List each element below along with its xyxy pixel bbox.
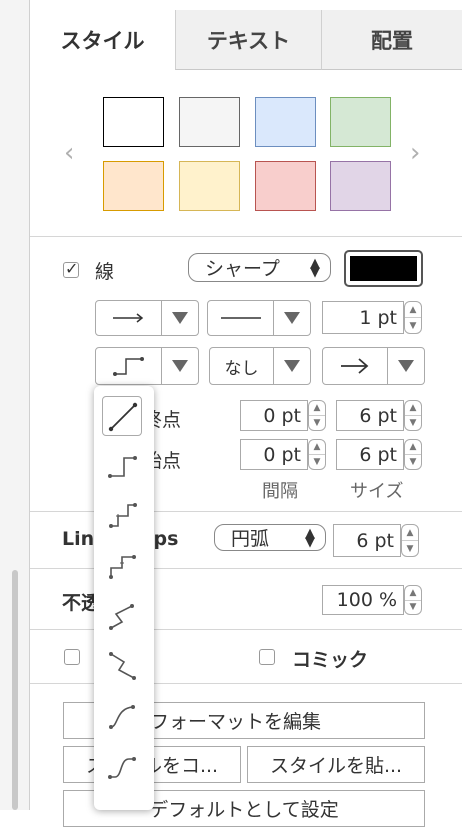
stepper-up-icon[interactable]: ▲	[402, 525, 418, 541]
curved-waypoint-icon[interactable]	[102, 696, 142, 736]
line-jumps-stepper[interactable]: ▲ ▼	[401, 524, 419, 557]
isometric-vertical-waypoint-icon[interactable]	[102, 596, 142, 636]
stepper-down-icon[interactable]: ▼	[405, 601, 421, 615]
line-start-value: なし	[210, 348, 274, 384]
orthogonal-waypoint-icon[interactable]	[102, 446, 142, 486]
line-style-value: シャープ	[205, 258, 280, 280]
comic-checkbox[interactable]	[259, 649, 275, 665]
chevron-down-icon	[398, 360, 414, 372]
updown-icon: ▲ ▼	[305, 525, 315, 550]
left-panel-strip	[0, 0, 30, 810]
divider	[30, 236, 462, 237]
swatch-prev-icon[interactable]: ‹	[64, 138, 74, 168]
stepper-down-icon[interactable]: ▼	[309, 455, 325, 469]
entity-relation-waypoint-icon[interactable]	[102, 746, 142, 786]
swatch-next-icon[interactable]: ›	[410, 138, 420, 168]
stepper-up-icon[interactable]: ▲	[309, 401, 325, 416]
stepper-down-icon[interactable]: ▼	[405, 318, 421, 333]
left-scrollbar[interactable]	[12, 570, 18, 810]
line-label: 線	[95, 261, 115, 283]
line-width-stepper[interactable]: ▲ ▼	[404, 301, 422, 334]
style-swatch[interactable]	[255, 97, 316, 147]
stepper-down-icon[interactable]: ▼	[309, 416, 325, 430]
stepper-up-icon[interactable]: ▲	[405, 302, 421, 318]
line-jumps-select[interactable]: 円弧 ▲ ▼	[214, 524, 326, 551]
format-tabs: スタイル テキスト 配置	[30, 10, 462, 70]
style-swatch[interactable]	[255, 161, 316, 211]
tab-text[interactable]: テキスト	[175, 10, 321, 70]
style-swatch[interactable]	[330, 161, 391, 211]
paste-style-button[interactable]: スタイルを貼...	[247, 746, 425, 783]
opacity-input[interactable]: 100 %	[322, 585, 404, 615]
chevron-down-icon	[284, 312, 300, 324]
style-swatch[interactable]	[179, 97, 240, 147]
chevron-down-icon	[284, 360, 300, 372]
line-pattern-value	[96, 301, 162, 335]
line-jumps-value: 円弧	[231, 528, 270, 550]
start-spacing-stepper[interactable]: ▲ ▼	[308, 439, 326, 470]
end-spacing-input[interactable]: 0 pt	[240, 400, 308, 431]
isometric-horizontal-waypoint-icon[interactable]	[102, 646, 142, 686]
shadow-checkbox[interactable]	[64, 649, 80, 665]
waypoint-menu	[94, 386, 154, 810]
waypoint-dropdown[interactable]	[95, 347, 199, 385]
stepper-up-icon[interactable]: ▲	[309, 440, 325, 455]
size-label: サイズ	[350, 481, 404, 502]
line-end-value	[323, 348, 388, 384]
stepper-down-icon[interactable]: ▼	[405, 455, 421, 469]
style-swatch[interactable]	[103, 97, 164, 147]
start-size-input[interactable]: 6 pt	[336, 439, 404, 470]
stepper-up-icon[interactable]: ▲	[405, 586, 421, 601]
chevron-down-icon	[172, 312, 188, 324]
solid-line-icon	[220, 317, 261, 319]
start-size-stepper[interactable]: ▲ ▼	[404, 439, 422, 470]
chevron-down-icon	[172, 360, 188, 372]
tab-style[interactable]: スタイル	[30, 10, 175, 70]
spacing-label: 間隔	[262, 481, 298, 502]
line-end-dropdown[interactable]	[322, 347, 425, 385]
line-style-select[interactable]: シャープ ▲ ▼	[188, 253, 331, 282]
end-size-stepper[interactable]: ▲ ▼	[404, 400, 422, 431]
style-swatch[interactable]	[103, 161, 164, 211]
line-color-button[interactable]	[344, 250, 423, 287]
style-swatch[interactable]	[330, 97, 391, 147]
orthogonal-waypoint-icon	[112, 357, 144, 376]
vertical-elbow-waypoint-icon[interactable]	[102, 496, 142, 536]
line-dash-dropdown[interactable]	[207, 300, 311, 336]
comic-label: コミック	[292, 649, 369, 671]
line-checkbox[interactable]	[63, 259, 79, 278]
stepper-down-icon[interactable]: ▼	[402, 541, 418, 556]
updown-icon: ▲ ▼	[310, 255, 320, 280]
start-spacing-input[interactable]: 0 pt	[240, 439, 308, 470]
opacity-stepper[interactable]: ▲ ▼	[404, 585, 422, 615]
line-dash-value	[208, 301, 274, 335]
stepper-down-icon[interactable]: ▼	[405, 416, 421, 430]
line-pattern-dropdown[interactable]	[95, 300, 199, 336]
line-start-dropdown[interactable]: なし	[209, 347, 311, 385]
style-swatch[interactable]	[179, 161, 240, 211]
horizontal-elbow-waypoint-icon[interactable]	[102, 546, 142, 586]
line-color-swatch	[350, 256, 417, 281]
line-width-input[interactable]: 1 pt	[322, 301, 404, 334]
tab-arrange[interactable]: 配置	[321, 10, 462, 70]
line-jumps-size-input[interactable]: 6 pt	[333, 524, 401, 557]
waypoint-value	[96, 348, 162, 384]
straight-waypoint-icon[interactable]	[102, 396, 142, 436]
end-size-input[interactable]: 6 pt	[336, 400, 404, 431]
arrow-end-icon	[341, 358, 369, 374]
stepper-up-icon[interactable]: ▲	[405, 440, 421, 455]
end-spacing-stepper[interactable]: ▲ ▼	[308, 400, 326, 431]
stepper-up-icon[interactable]: ▲	[405, 401, 421, 416]
solid-arrow-line-icon	[112, 313, 143, 323]
